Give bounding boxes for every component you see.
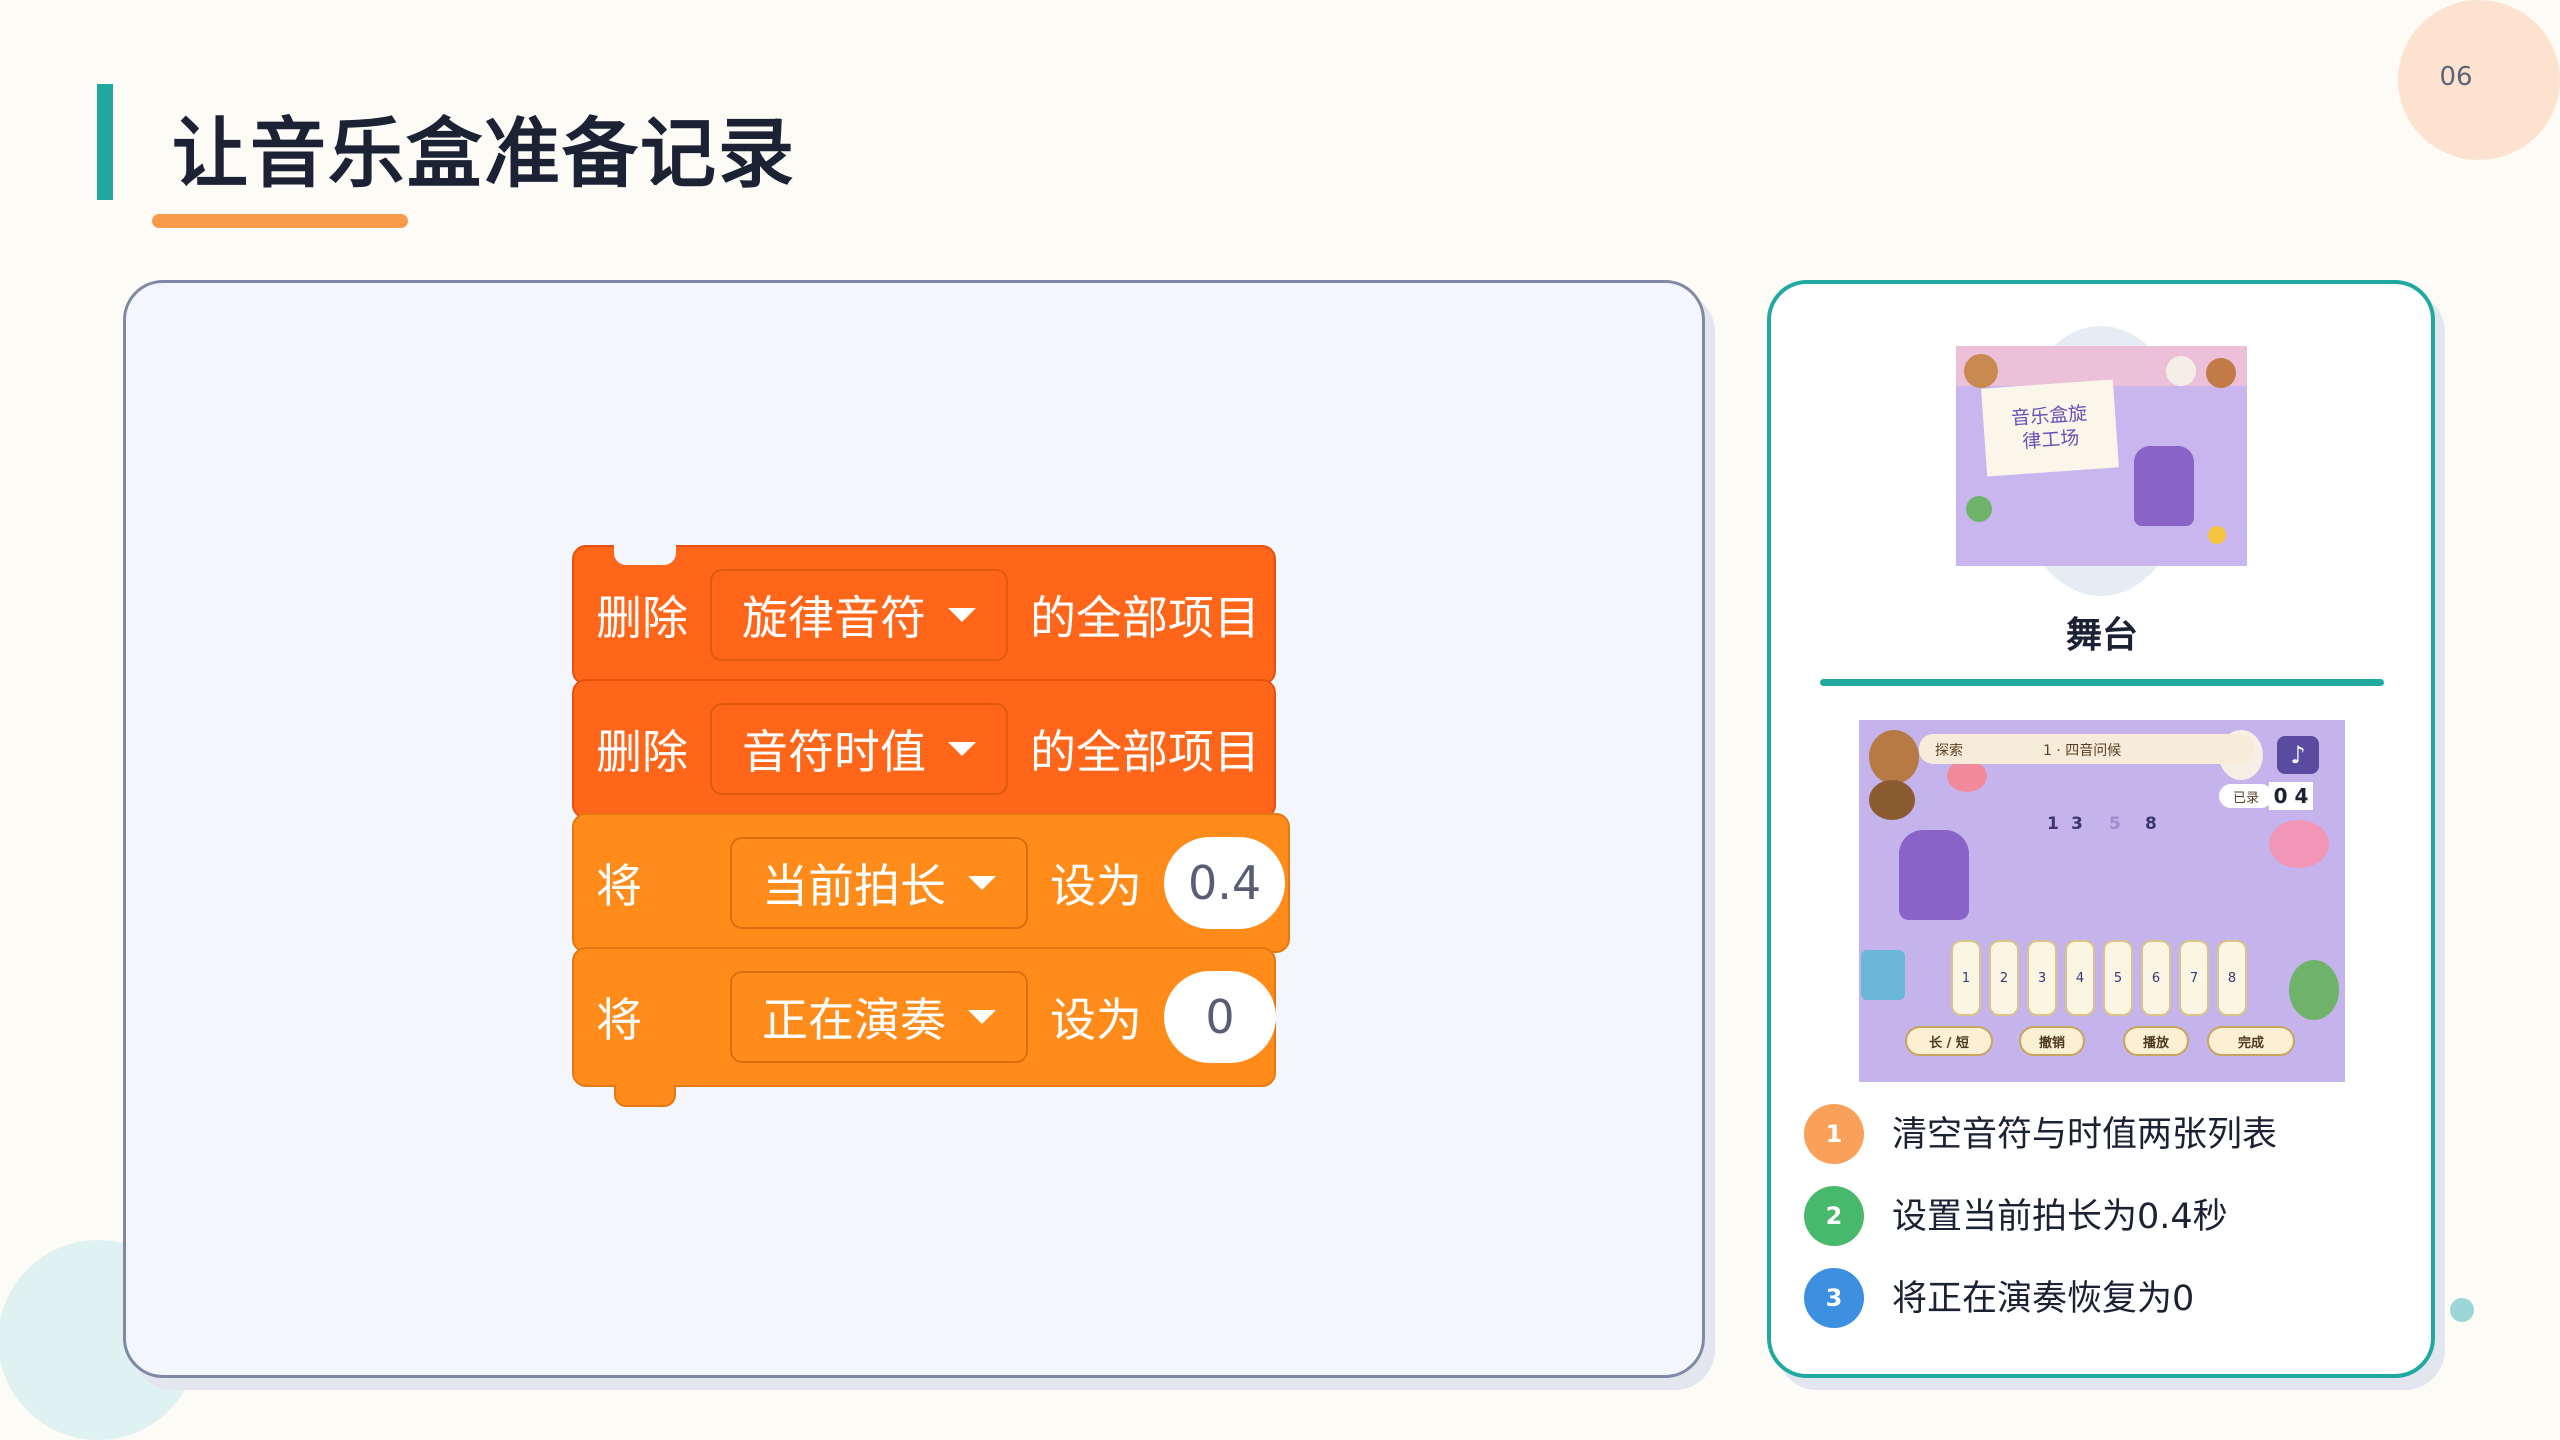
set-variable-block[interactable]: 将 正在演奏 设为 0 [572, 947, 1276, 1107]
dropdown-value: 音符时值 [742, 725, 926, 779]
squirrel-figure [2206, 358, 2236, 388]
note-key[interactable]: 4 [2065, 940, 2095, 1016]
note-keys: 1 2 3 4 5 6 7 8 [1951, 940, 2249, 1020]
title-underline [152, 214, 408, 228]
note-key[interactable]: 8 [2217, 940, 2247, 1016]
list-dropdown[interactable]: 旋律音符 [710, 569, 1008, 661]
gift-figure [1947, 760, 1987, 792]
block-prefix: 将 [596, 993, 642, 1047]
music-box-figure [2134, 446, 2194, 526]
sequence-note: 1 [2047, 814, 2059, 834]
note-key[interactable]: 1 [1951, 940, 1981, 1016]
gift-figure [1861, 950, 1905, 1000]
variable-dropdown[interactable]: 当前拍长 [730, 837, 1028, 929]
chevron-down-icon [968, 1010, 996, 1024]
sequence-note: 3 [2071, 814, 2083, 834]
decoration-dot [2450, 1298, 2474, 1322]
undo-button[interactable]: 撤销 [2019, 1026, 2085, 1056]
step-number-badge: 3 [1804, 1268, 1864, 1328]
plant-figure [2289, 960, 2339, 1020]
delete-all-block[interactable]: 删除 旋律音符 的全部项目 [572, 545, 1276, 685]
block-suffix: 的全部项目 [1030, 725, 1260, 779]
star-icon [2208, 526, 2226, 544]
bunny-figure [2166, 356, 2196, 386]
note-key[interactable]: 6 [2141, 940, 2171, 1016]
section-divider [1820, 679, 2384, 686]
step-number-badge: 1 [1804, 1104, 1864, 1164]
step-text: 清空音符与时值两张列表 [1892, 1115, 2278, 1155]
sign-line: 律工场 [2021, 427, 2081, 453]
bear-figure [1869, 730, 1919, 784]
note-key[interactable]: 3 [2027, 940, 2057, 1016]
value-input[interactable]: 0 [1164, 971, 1276, 1063]
chevron-down-icon [948, 742, 976, 756]
block-prefix: 删除 [596, 725, 688, 779]
note-key[interactable]: 7 [2179, 940, 2209, 1016]
speaker-icon[interactable]: ♪ [2277, 736, 2319, 774]
play-button[interactable]: 播放 [2123, 1026, 2189, 1056]
record-label: 已录 [2219, 784, 2273, 808]
block-suffix: 设为 [1050, 993, 1142, 1047]
record-count: 0 4 [2269, 782, 2313, 810]
plant-figure [1966, 496, 1992, 522]
long-short-button[interactable]: 长 / 短 [1905, 1026, 1993, 1056]
game-screenshot: 探索 1 · 四音问候 ♪ 已录 0 4 1 3 5 8 1 2 3 4 5 6… [1859, 720, 2345, 1082]
set-variable-block[interactable]: 将 当前拍长 设为 0.4 [572, 813, 1290, 953]
step-number-badge: 2 [1804, 1186, 1864, 1246]
game-topbar: 探索 1 · 四音问候 [1919, 734, 2255, 764]
guitar-figure [1869, 780, 1915, 820]
list-dropdown[interactable]: 音符时值 [710, 703, 1008, 795]
sequence-note: 5 [2109, 814, 2121, 834]
value-input[interactable]: 0.4 [1164, 837, 1286, 929]
block-suffix: 的全部项目 [1030, 591, 1260, 645]
note-key[interactable]: 2 [1989, 940, 2019, 1016]
variable-dropdown[interactable]: 正在演奏 [730, 971, 1028, 1063]
music-box-figure [1899, 830, 1969, 920]
dropdown-value: 正在演奏 [762, 993, 946, 1047]
sequence-note: 8 [2145, 814, 2157, 834]
dropdown-value: 旋律音符 [742, 591, 926, 645]
block-prefix: 删除 [596, 591, 688, 645]
topbar-left-text: 探索 [1935, 743, 1963, 759]
note-key[interactable]: 5 [2103, 940, 2133, 1016]
title-accent-bar [97, 84, 113, 200]
page-number: 06 [2439, 62, 2473, 92]
dropdown-value: 当前拍长 [762, 859, 946, 913]
step-text: 设置当前拍长为0.4秒 [1892, 1197, 2228, 1237]
bear-figure [1964, 354, 1998, 388]
block-prefix: 将 [596, 859, 642, 913]
chevron-down-icon [968, 876, 996, 890]
step-text: 将正在演奏恢复为0 [1892, 1279, 2195, 1319]
topbar-title: 1 · 四音问候 [2043, 743, 2122, 759]
done-button[interactable]: 完成 [2207, 1026, 2295, 1056]
stage-thumbnail[interactable]: 音乐盒旋 律工场 [1956, 346, 2247, 566]
delete-all-block[interactable]: 删除 音符时值 的全部项目 [572, 679, 1276, 819]
block-notch [614, 1085, 676, 1107]
thumbnail-sign: 音乐盒旋 律工场 [1981, 379, 2119, 477]
code-panel: 删除 旋律音符 的全部项目 删除 音符时值 的全部项目 将 当前拍长 设为 0.… [123, 280, 1705, 1378]
stage-label: 舞台 [2065, 615, 2138, 656]
block-notch [614, 545, 676, 565]
page-title: 让音乐盒准备记录 [172, 109, 796, 198]
block-suffix: 设为 [1050, 859, 1142, 913]
chevron-down-icon [948, 608, 976, 622]
gift-figure [2269, 820, 2329, 868]
